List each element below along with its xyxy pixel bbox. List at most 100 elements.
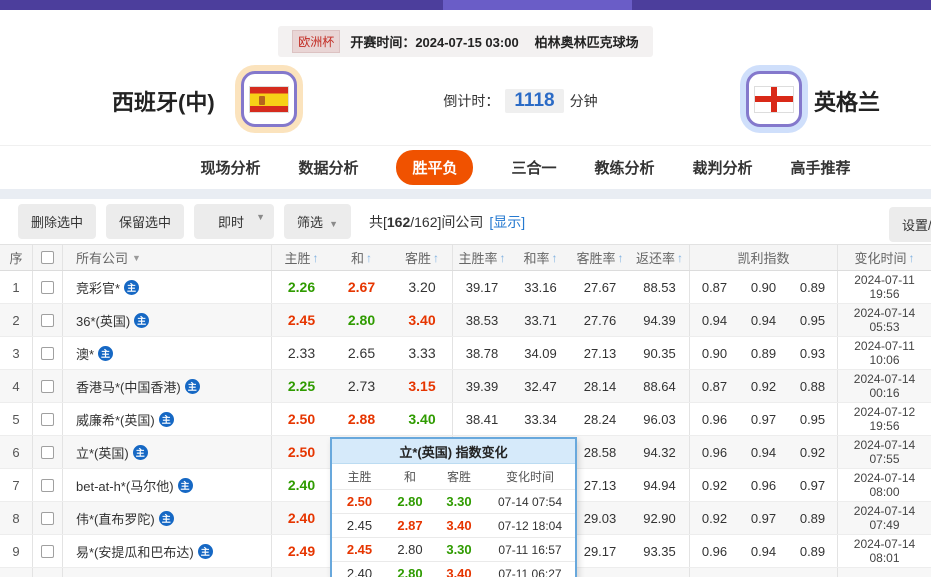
- row-number: 9: [0, 535, 33, 567]
- kelly-1-cell: 0.87: [690, 370, 739, 402]
- away-odds-cell[interactable]: 3.33: [392, 337, 453, 369]
- home-odds-cell[interactable]: 2.33: [272, 337, 331, 369]
- tab-6[interactable]: 裁判分析: [693, 157, 753, 178]
- popup-odds-cell: 3.30: [433, 538, 485, 561]
- kelly-2-cell: 0.90: [739, 271, 788, 303]
- home-odds-cell[interactable]: 2.49: [272, 535, 331, 567]
- header-和率[interactable]: 和率↑: [511, 245, 570, 270]
- header-和[interactable]: 和↑: [331, 245, 392, 270]
- header-变化时间[interactable]: 变化时间↑: [838, 245, 931, 270]
- company-name[interactable]: 竞彩官*主: [63, 271, 272, 303]
- kelly-1-cell: 0.92: [690, 568, 739, 577]
- draw-rate-cell: 33.34: [511, 403, 570, 435]
- row-number: 1: [0, 271, 33, 303]
- separator-band: [0, 189, 931, 199]
- row-checkbox[interactable]: [41, 314, 54, 327]
- away-odds-cell[interactable]: 3.20: [392, 271, 453, 303]
- header-checkbox[interactable]: [33, 245, 63, 270]
- row-checkbox[interactable]: [41, 446, 54, 459]
- row-checkbox[interactable]: [41, 413, 54, 426]
- draw-odds-cell[interactable]: 2.67: [331, 271, 392, 303]
- draw-odds-cell[interactable]: 2.65: [331, 337, 392, 369]
- main-company-badge-icon: 主: [124, 280, 139, 295]
- draw-odds-cell[interactable]: 2.73: [331, 370, 392, 402]
- header-凯利指数: 凯利指数: [690, 245, 838, 270]
- tab-4[interactable]: 三合一: [511, 157, 556, 178]
- company-name[interactable]: 伟*(直布罗陀)主: [63, 502, 272, 534]
- row-checkbox[interactable]: [41, 347, 54, 360]
- popup-odds-cell: 2.45: [332, 514, 387, 537]
- home-rate-cell: 39.17: [453, 271, 511, 303]
- tab-7[interactable]: 高手推荐: [791, 157, 851, 178]
- company-name[interactable]: Interwet*(塞浦路斯)主: [63, 568, 272, 577]
- row-checkbox[interactable]: [41, 479, 54, 492]
- delete-selected-button[interactable]: 删除选中: [18, 204, 96, 239]
- show-link[interactable]: [显示]: [489, 214, 525, 230]
- row-checkbox[interactable]: [41, 512, 54, 525]
- checkbox-cell: [33, 568, 63, 577]
- kickoff-time: 开赛时间：2024-07-15 03:00: [350, 32, 518, 51]
- away-odds-cell[interactable]: 3.40: [392, 304, 453, 336]
- popup-odds-cell: 3.30: [433, 490, 485, 513]
- tab-5[interactable]: 教练分析: [595, 157, 655, 178]
- kelly-1-cell: 0.87: [690, 271, 739, 303]
- tab-1[interactable]: 现场分析: [200, 157, 260, 178]
- company-name[interactable]: 威廉希*(英国)主: [63, 403, 272, 435]
- away-rate-cell: 27.67: [570, 271, 630, 303]
- header-客胜[interactable]: 客胜↑: [392, 245, 453, 270]
- select-all-checkbox[interactable]: [41, 251, 54, 264]
- popup-row-4: 2.402.803.4007-11 06:27: [332, 561, 575, 577]
- keep-selected-button[interactable]: 保留选中: [106, 204, 184, 239]
- home-odds-cell[interactable]: 2.40: [272, 568, 331, 577]
- popup-odds-cell: 3.40: [433, 562, 485, 577]
- kelly-3-cell: 1.02: [788, 568, 838, 577]
- company-name[interactable]: bet-at-h*(马尔他)主: [63, 469, 272, 501]
- kelly-3-cell: 0.89: [788, 502, 838, 534]
- company-name[interactable]: 香港马*(中国香港)主: [63, 370, 272, 402]
- row-checkbox[interactable]: [41, 545, 54, 558]
- away-rate-cell: 28.24: [570, 403, 630, 435]
- kelly-3-cell: 0.92: [788, 436, 838, 468]
- company-name[interactable]: 36*(英国)主: [63, 304, 272, 336]
- table-row-2: 236*(英国)主2.452.803.4038.5333.7127.7694.3…: [0, 304, 931, 337]
- away-odds-cell[interactable]: 3.15: [392, 370, 453, 402]
- company-count: 共[162/162]间公司[显示]: [369, 212, 525, 232]
- row-checkbox[interactable]: [41, 281, 54, 294]
- home-odds-cell[interactable]: 2.50: [272, 403, 331, 435]
- header-客胜率[interactable]: 客胜率↑: [570, 245, 630, 270]
- tab-3[interactable]: 胜平负: [396, 150, 473, 185]
- mode-dropdown[interactable]: 即时▼: [194, 204, 274, 239]
- company-name[interactable]: 易*(安提瓜和巴布达)主: [63, 535, 272, 567]
- draw-odds-cell[interactable]: 2.88: [331, 403, 392, 435]
- row-checkbox[interactable]: [41, 380, 54, 393]
- away-odds-cell[interactable]: 3.40: [392, 403, 453, 435]
- header-主胜率[interactable]: 主胜率↑: [453, 245, 511, 270]
- kelly-2-cell: 0.97: [739, 502, 788, 534]
- header-返还率[interactable]: 返还率↑: [630, 245, 690, 270]
- toolbar: 删除选中 保留选中 即时▼ 筛选▼ 共[162/162]间公司[显示] 设置/还…: [0, 199, 931, 244]
- home-odds-cell[interactable]: 2.50: [272, 436, 331, 468]
- home-odds-cell[interactable]: 2.40: [272, 502, 331, 534]
- draw-odds-cell[interactable]: 2.80: [331, 304, 392, 336]
- return-rate-cell: 90.35: [630, 337, 690, 369]
- popup-odds-cell: 2.87: [387, 514, 433, 537]
- away-rate-cell: 29.03: [570, 502, 630, 534]
- company-name[interactable]: 立*(英国)主: [63, 436, 272, 468]
- match-info-strip: 欧洲杯 开赛时间：2024-07-15 03:00 柏林奥林匹克球场: [278, 26, 652, 57]
- company-name[interactable]: 澳*主: [63, 337, 272, 369]
- home-odds-cell[interactable]: 2.40: [272, 469, 331, 501]
- settings-button[interactable]: 设置/还原: [889, 207, 931, 242]
- away-flag-box: [746, 71, 802, 127]
- sort-up-icon: ↑: [500, 251, 506, 265]
- tab-2[interactable]: 数据分析: [298, 157, 358, 178]
- popup-row-3: 2.452.803.3007-11 16:57: [332, 537, 575, 561]
- header-主胜[interactable]: 主胜↑: [272, 245, 331, 270]
- filter-dropdown[interactable]: 筛选▼: [284, 204, 351, 239]
- home-odds-cell[interactable]: 2.26: [272, 271, 331, 303]
- kelly-1-cell: 0.90: [690, 337, 739, 369]
- main-company-badge-icon: 主: [198, 544, 213, 559]
- odds-change-popup: 立*(英国) 指数变化 主胜和客胜变化时间2.502.803.3007-14 0…: [330, 437, 577, 577]
- table-row-5: 5威廉希*(英国)主2.502.883.4038.4133.3428.2496.…: [0, 403, 931, 436]
- home-odds-cell[interactable]: 2.25: [272, 370, 331, 402]
- home-odds-cell[interactable]: 2.45: [272, 304, 331, 336]
